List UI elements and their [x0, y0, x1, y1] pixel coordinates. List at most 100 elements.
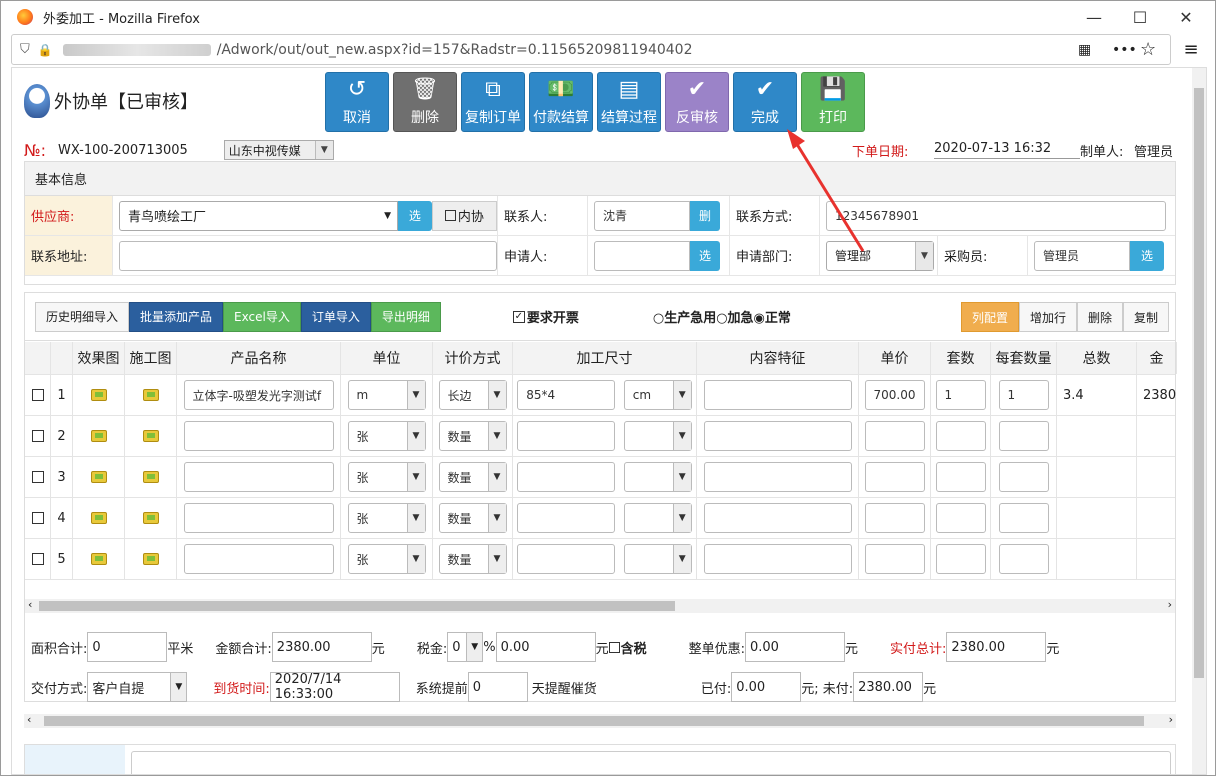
contact-delete-button[interactable]: 删 [690, 200, 720, 231]
complete-button[interactable]: ✔ 完成 [733, 72, 797, 132]
size-unit-select[interactable]: ▼ [623, 503, 692, 533]
row-checkbox[interactable] [31, 430, 44, 442]
construction-image-icon[interactable] [142, 553, 159, 565]
product-name-input[interactable] [183, 544, 334, 574]
construction-image-icon[interactable] [142, 471, 159, 483]
size-input[interactable] [517, 544, 616, 574]
invoice-checkbox[interactable]: ✓ 要求开票 [512, 307, 579, 326]
cancel-button[interactable]: ↺ 取消 [325, 72, 389, 132]
size-input[interactable] [517, 462, 616, 492]
effect-image-icon[interactable] [90, 553, 107, 565]
applicant-pick-button[interactable]: 选 [690, 240, 720, 271]
scroll-left-icon[interactable]: ‹ [27, 713, 31, 726]
bookmark-star-icon[interactable]: ☆ [1140, 39, 1156, 60]
discount-input[interactable]: 0.00 [744, 632, 845, 662]
close-button[interactable]: ✕ [1163, 1, 1209, 33]
h-scroll-thumb[interactable] [39, 601, 675, 611]
delivery-select[interactable]: 客户自提 ▼ [87, 672, 188, 702]
lower-horizontal-scrollbar[interactable]: ‹ › [24, 713, 1176, 728]
scroll-left-icon[interactable]: ‹ [28, 598, 32, 611]
tax-included-checkbox[interactable]: 含税 [608, 638, 647, 657]
add-row-button[interactable]: 增加行 [1018, 302, 1077, 332]
remarks-input[interactable] [131, 751, 1171, 774]
feature-input[interactable] [703, 421, 852, 451]
settle-process-button[interactable]: ▤ 结算过程 [597, 72, 661, 132]
qty-per-set-input[interactable] [998, 421, 1049, 451]
maximize-button[interactable]: ☐ [1117, 1, 1163, 33]
size-unit-select[interactable]: ▼ [623, 544, 692, 574]
insecure-lock-icon[interactable]: 🔒 [38, 43, 53, 57]
history-import-button[interactable]: 历史明细导入 [35, 301, 130, 332]
copy-row-button[interactable]: 复制 [1122, 302, 1169, 332]
vertical-scrollbar[interactable] [1192, 68, 1206, 774]
dept-select[interactable]: 管理部 ▼ [826, 240, 934, 271]
size-unit-select[interactable]: ▼ [623, 462, 692, 492]
sets-input[interactable] [935, 503, 986, 533]
buyer-pick-button[interactable]: 选 [1130, 240, 1164, 271]
construction-image-icon[interactable] [142, 430, 159, 442]
feature-input[interactable] [703, 503, 852, 533]
sets-input[interactable] [935, 421, 986, 451]
applicant-input[interactable] [594, 240, 690, 271]
price-input[interactable] [864, 421, 925, 451]
product-name-input[interactable]: 立体字-吸塑发光字测试f [183, 380, 334, 410]
price-input[interactable] [864, 503, 925, 533]
lower-scroll-thumb[interactable] [44, 716, 1144, 726]
url-path[interactable]: /Adwork/out/out_new.aspx?id=157&Radstr=0… [217, 42, 693, 58]
sets-input[interactable] [935, 544, 986, 574]
tax-rate-select[interactable]: 0 ▼ [447, 632, 484, 662]
excel-import-button[interactable]: Excel导入 [223, 301, 301, 332]
product-name-input[interactable] [183, 503, 334, 533]
urgency-radios[interactable]: ○生产急用○加急◉正常 [653, 307, 791, 326]
order-import-button[interactable]: 订单导入 [300, 301, 371, 332]
price-method-select[interactable]: 数量 ▼ [438, 544, 507, 574]
effect-image-icon[interactable] [90, 512, 107, 524]
horizontal-scrollbar[interactable]: ‹ › [25, 598, 1175, 613]
contact-input[interactable]: 沈青 [594, 200, 690, 231]
hamburger-menu-icon[interactable]: ≡ [1181, 39, 1201, 61]
unit-select[interactable]: m ▼ [347, 380, 426, 410]
scroll-thumb[interactable] [1194, 88, 1204, 678]
buyer-input[interactable]: 管理员 [1034, 240, 1130, 271]
row-checkbox[interactable] [31, 553, 44, 565]
area-input[interactable]: 0 [87, 632, 168, 662]
row-checkbox[interactable] [31, 512, 44, 524]
size-unit-select[interactable]: cm ▼ [623, 380, 692, 410]
tax-input[interactable]: 0.00 [495, 632, 596, 662]
row-checkbox[interactable] [31, 389, 44, 401]
page-actions-icon[interactable]: ••• [1112, 42, 1137, 58]
column-config-button[interactable]: 列配置 [960, 302, 1019, 332]
effect-image-icon[interactable] [90, 389, 107, 401]
row-checkbox[interactable] [31, 471, 44, 483]
qty-per-set-input[interactable] [998, 503, 1049, 533]
unit-select[interactable]: 张 ▼ [347, 544, 426, 574]
supplier-select[interactable]: 青鸟喷绘工厂 ▼ [119, 200, 399, 231]
product-name-input[interactable] [183, 421, 334, 451]
size-input[interactable] [517, 503, 616, 533]
qty-per-set-input[interactable] [998, 462, 1049, 492]
size-input[interactable]: 85*4 [517, 380, 616, 410]
actual-total-input[interactable]: 2380.00 [946, 632, 1047, 662]
batch-add-button[interactable]: 批量添加产品 [129, 301, 224, 332]
price-method-select[interactable]: 数量 ▼ [438, 462, 507, 492]
remind-days-input[interactable]: 0 [467, 672, 528, 702]
price-input[interactable] [864, 544, 925, 574]
print-button[interactable]: 💾 打印 [801, 72, 865, 132]
feature-input[interactable] [703, 380, 852, 410]
arrival-input[interactable]: 2020/7/14 16:33:00 [269, 672, 400, 702]
price-input[interactable]: 700.00 [864, 380, 925, 410]
delete-row-button[interactable]: 删除 [1076, 302, 1123, 332]
qty-per-set-input[interactable] [998, 544, 1049, 574]
construction-image-icon[interactable] [142, 512, 159, 524]
delete-button[interactable]: 🗑 删除 [393, 72, 457, 132]
paid-input[interactable]: 0.00 [731, 672, 802, 702]
construction-image-icon[interactable] [142, 389, 159, 401]
minimize-button[interactable]: — [1071, 1, 1117, 33]
price-method-select[interactable]: 数量 ▼ [438, 421, 507, 451]
amount-input[interactable]: 2380.00 [271, 632, 372, 662]
address-bar[interactable]: ⛉ 🔒 /Adwork/out/out_new.aspx?id=157&Rads… [11, 34, 1171, 65]
size-input[interactable] [517, 421, 616, 451]
address-input[interactable] [119, 240, 497, 271]
sets-input[interactable]: 1 [935, 380, 986, 410]
feature-input[interactable] [703, 462, 852, 492]
